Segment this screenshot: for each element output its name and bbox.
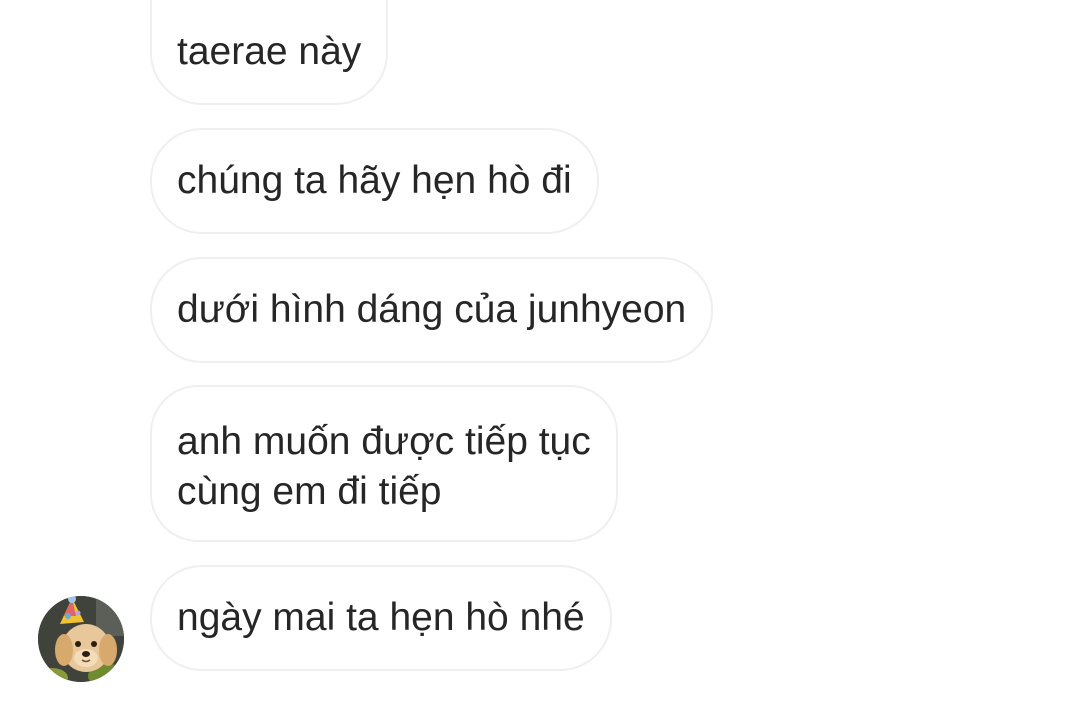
- message-text: chúng ta hãy hẹn hò đi: [177, 159, 572, 202]
- message-thread: taerae này chúng ta hãy hẹn hò đi dưới h…: [0, 0, 1080, 705]
- message-bubble[interactable]: taerae này: [150, 0, 389, 105]
- message-bubble[interactable]: anh muốn được tiếp tục cùng em đi tiếp: [150, 385, 618, 542]
- puppy-avatar-icon: [38, 596, 124, 682]
- message-bubble[interactable]: ngày mai ta hẹn hò nhé: [150, 565, 612, 671]
- message-text: taerae này: [177, 29, 362, 73]
- message-bubble[interactable]: dưới hình dáng của junhyeon: [150, 257, 714, 363]
- sender-avatar[interactable]: [38, 596, 124, 682]
- message-text: ngày mai ta hẹn hò nhé: [177, 596, 585, 639]
- message-text: anh muốn được tiếp tục cùng em đi tiếp: [177, 419, 591, 513]
- message-text: dưới hình dáng của junhyeon: [177, 288, 687, 331]
- message-bubble[interactable]: chúng ta hãy hẹn hò đi: [150, 128, 599, 234]
